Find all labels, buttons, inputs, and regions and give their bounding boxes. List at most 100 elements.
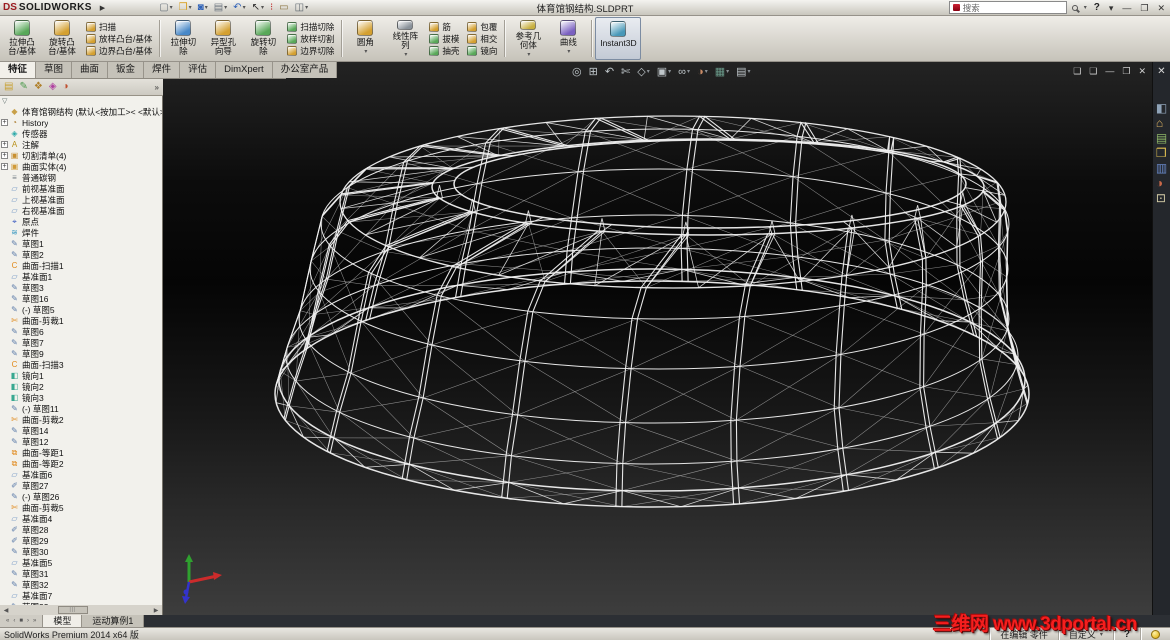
commandmanager-tab[interactable]: 办公室产品 bbox=[272, 62, 338, 78]
motion-end-icon[interactable]: » bbox=[33, 618, 36, 624]
status-custom-dropdown[interactable]: 自定义 ▾ bbox=[1057, 628, 1113, 640]
button-fillet[interactable]: 圆角 ▾ bbox=[345, 17, 385, 60]
button-curves[interactable]: 曲线 ▾ bbox=[548, 17, 588, 60]
viewport-close-icon[interactable]: ✕ bbox=[1138, 66, 1146, 76]
tree-item[interactable]: ✎ 草图31 bbox=[0, 568, 162, 579]
tree-item[interactable]: ✎ 草图30 bbox=[0, 546, 162, 557]
tree-item[interactable]: ◧ 镜向1 bbox=[0, 370, 162, 381]
dropdown-caret-icon[interactable]: ▾ bbox=[170, 4, 173, 11]
model-wireframe[interactable] bbox=[163, 84, 1152, 615]
search-icon[interactable] bbox=[1071, 4, 1078, 11]
rebuild-icon[interactable]: ⁝ bbox=[268, 1, 275, 15]
tree-item[interactable]: ≡ 普通碳钢 bbox=[0, 172, 162, 183]
apply-scene-icon[interactable]: ▦ ▾ bbox=[715, 65, 729, 78]
button-wrap[interactable]: 包覆 bbox=[467, 21, 497, 33]
tree-item[interactable]: ⧉ 曲面-等距2 bbox=[0, 458, 162, 469]
overflow-chevron-icon[interactable]: » bbox=[155, 83, 159, 92]
dropdown-caret-icon[interactable]: ▾ bbox=[305, 4, 308, 11]
tree-item[interactable]: ⌖ 原点 bbox=[0, 216, 162, 227]
file-properties-icon[interactable]: ▭ bbox=[277, 1, 290, 15]
motion-start-icon[interactable]: « bbox=[6, 618, 9, 624]
help-dropdown-icon[interactable]: ▾ bbox=[1107, 2, 1116, 14]
view-palette-icon[interactable]: ▥ bbox=[1156, 162, 1167, 174]
custom-properties-icon[interactable]: ⊡ bbox=[1156, 192, 1167, 204]
configurationmanager-icon[interactable]: ❖ bbox=[34, 82, 43, 92]
menu-expand-arrow-icon[interactable]: ▶ bbox=[100, 4, 105, 12]
tree-item[interactable]: ▱ 右视基准面 bbox=[0, 205, 162, 216]
tree-item[interactable]: ✎ 草图3 bbox=[0, 282, 162, 293]
display-pane-icon[interactable]: ◫ ▾ bbox=[293, 1, 310, 15]
tree-item[interactable]: ✐ 草图28 bbox=[0, 524, 162, 535]
tree-item[interactable]: ⧉ 曲面-等距1 bbox=[0, 447, 162, 458]
status-help-icon[interactable]: ? bbox=[1112, 628, 1140, 640]
button-lofted-cut[interactable]: 放样切割 bbox=[287, 33, 334, 45]
button-revolved-cut[interactable]: 旋转切 除 bbox=[243, 17, 283, 60]
bottom-tab[interactable]: 模型 bbox=[43, 615, 83, 627]
zoom-to-area-icon[interactable]: ⊞ bbox=[589, 65, 598, 78]
view-settings-icon[interactable]: ▤ ▾ bbox=[736, 65, 750, 78]
filter-funnel-icon[interactable]: ▽ bbox=[2, 97, 7, 105]
chevron-down-icon[interactable]: ▾ bbox=[668, 68, 671, 75]
dropdown-caret-icon[interactable]: ▾ bbox=[189, 4, 192, 11]
viewport-minimize-icon[interactable]: — bbox=[1105, 66, 1114, 76]
dropdown-caret-icon[interactable]: ▾ bbox=[261, 4, 264, 11]
commandmanager-tab[interactable]: 草图 bbox=[36, 62, 73, 78]
search-input[interactable]: 搜索 bbox=[948, 1, 1067, 14]
dropdown-caret-icon[interactable]: ▾ bbox=[205, 4, 208, 11]
appearances-scenes-icon[interactable]: ◑ bbox=[1156, 177, 1167, 189]
button-boundary-boss[interactable]: 边界凸台/基体 bbox=[86, 45, 152, 57]
tree-item[interactable]: ◧ 镜向2 bbox=[0, 381, 162, 392]
propertymanager-icon[interactable]: ✎ bbox=[19, 82, 27, 92]
tree-item[interactable]: + ▣ 切割清单(4) bbox=[0, 150, 162, 161]
tree-item[interactable]: ✎ 草图1 bbox=[0, 238, 162, 249]
tree-item[interactable]: ▱ 基准面5 bbox=[0, 557, 162, 568]
file-explorer-icon[interactable]: ❒ bbox=[1156, 147, 1167, 159]
zoom-to-fit-icon[interactable]: ◎ bbox=[572, 65, 582, 78]
status-lightbulb-cell[interactable] bbox=[1140, 628, 1170, 640]
tree-item[interactable]: ✎ 草图9 bbox=[0, 348, 162, 359]
button-boundary-cut[interactable]: 边界切除 bbox=[287, 45, 334, 57]
button-extruded-boss[interactable]: 拉伸凸 台/基体 bbox=[2, 17, 42, 60]
tree-item[interactable]: C 曲面-扫描3 bbox=[0, 359, 162, 370]
motion-prev-icon[interactable]: ‹ bbox=[13, 618, 15, 624]
button-linear-pattern[interactable]: 线性阵 列 ▾ bbox=[385, 17, 425, 60]
previous-view-icon[interactable]: ↶ bbox=[605, 65, 614, 78]
minimize-icon[interactable]: — bbox=[1120, 2, 1133, 14]
button-swept-boss[interactable]: 扫描 bbox=[86, 21, 152, 33]
close-icon[interactable]: ✕ bbox=[1155, 2, 1167, 14]
restore-icon[interactable]: ❐ bbox=[1138, 2, 1150, 14]
tree-item[interactable]: + ▣ 曲面实体(4) bbox=[0, 161, 162, 172]
tree-item[interactable]: + A 注解 bbox=[0, 139, 162, 150]
tree-item[interactable]: + ◔ History bbox=[0, 117, 162, 128]
dropdown-caret-icon[interactable]: ▾ bbox=[243, 4, 246, 11]
tree-item[interactable]: ✎ 草图2 bbox=[0, 249, 162, 260]
edit-appearance-icon[interactable]: ◑ ▾ bbox=[697, 66, 708, 78]
button-intersect[interactable]: 相交 bbox=[467, 33, 497, 45]
tree-item[interactable]: ✎ 草图6 bbox=[0, 326, 162, 337]
tree-item[interactable]: ▱ 前视基准面 bbox=[0, 183, 162, 194]
tree-item[interactable]: ▱ 基准面6 bbox=[0, 469, 162, 480]
chevron-down-icon[interactable]: ▾ bbox=[748, 68, 751, 75]
button-reference-geometry[interactable]: 参考几 何体 ▾ bbox=[508, 17, 548, 60]
button-extruded-cut[interactable]: 拉伸切 除 bbox=[163, 17, 203, 60]
commandmanager-tab[interactable]: 曲面 bbox=[72, 62, 109, 78]
scroll-left-icon[interactable]: ◀ bbox=[0, 607, 12, 614]
commandmanager-tab[interactable]: 评估 bbox=[180, 62, 217, 78]
graphics-viewport[interactable]: 特征 草图 曲面 钣金 焊件 评估 DimXpert 办公室产品 ▤ ✎ ❖ ◈ ◑» ▽ ◆ 体育馆钢… bbox=[0, 62, 1170, 615]
chevron-down-icon[interactable]: ▾ bbox=[647, 68, 650, 75]
chevron-down-icon[interactable]: ▾ bbox=[364, 48, 367, 57]
undo-icon[interactable]: ↶ ▾ bbox=[231, 1, 247, 15]
commandmanager-tab[interactable]: DimXpert bbox=[216, 62, 273, 78]
tree-item[interactable]: ≋ 焊件 bbox=[0, 227, 162, 238]
chevron-down-icon[interactable]: ▾ bbox=[726, 68, 729, 75]
button-mirror-feature[interactable]: 镜向 bbox=[467, 45, 497, 57]
tree-item[interactable]: ◈ 传感器 bbox=[0, 128, 162, 139]
viewport-cascade-icon[interactable]: ❑ bbox=[1073, 66, 1081, 76]
button-lofted-boss[interactable]: 放样凸台/基体 bbox=[86, 33, 152, 45]
button-shell[interactable]: 抽壳 bbox=[429, 45, 459, 57]
button-swept-cut[interactable]: 扫描切除 bbox=[287, 21, 334, 33]
design-library-icon[interactable]: ▤ bbox=[1156, 132, 1167, 144]
tree-item[interactable]: ▱ 基准面7 bbox=[0, 590, 162, 601]
taskpane-close-icon[interactable]: ✕ bbox=[1157, 66, 1165, 77]
motion-next-icon[interactable]: › bbox=[27, 618, 29, 624]
